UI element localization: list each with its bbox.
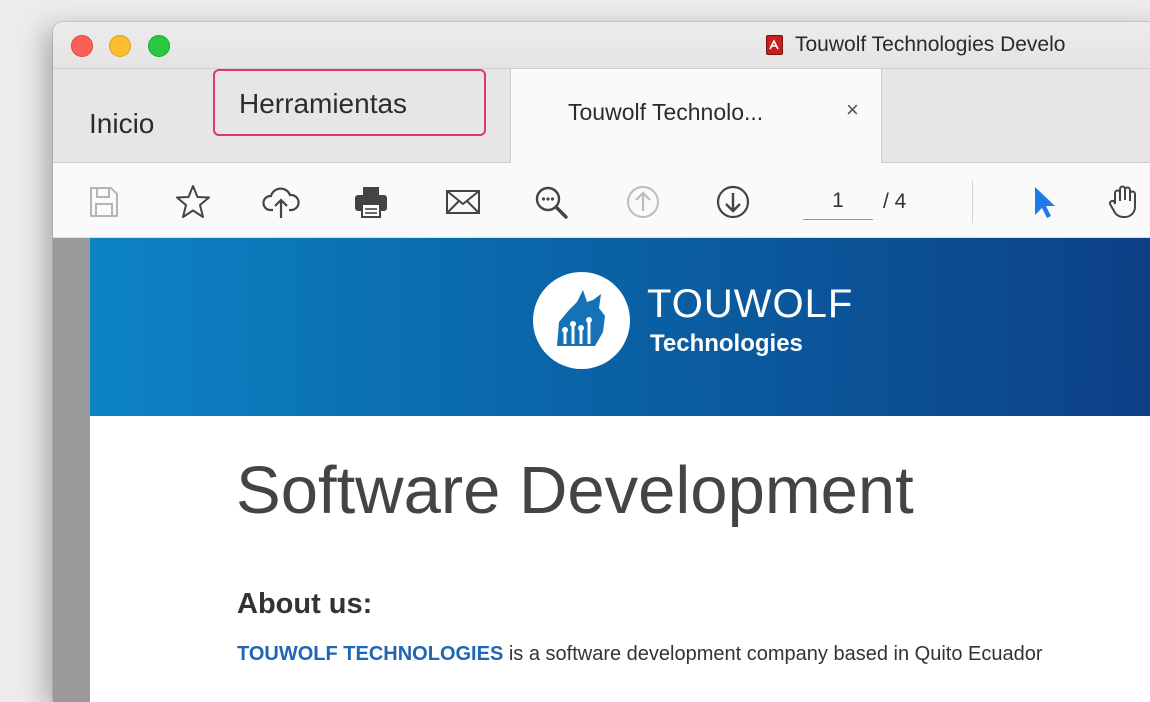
pdf-file-icon <box>766 35 783 55</box>
page-down-icon[interactable] <box>713 182 753 222</box>
about-paragraph: TOUWOLF TECHNOLOGIES is a software devel… <box>237 643 1043 666</box>
section-heading: About us: <box>237 588 373 620</box>
header-banner: TOUWOLF Technologies <box>90 238 1150 416</box>
star-icon[interactable] <box>173 182 213 222</box>
wolf-logo-icon <box>533 272 630 369</box>
save-icon[interactable] <box>83 182 123 222</box>
page-total: / 4 <box>883 190 907 213</box>
maximize-window-button[interactable] <box>148 35 170 57</box>
document-title: Software Development <box>236 453 914 528</box>
company-name-link[interactable]: TOUWOLF TECHNOLOGIES <box>237 643 503 665</box>
toolbar: 1 / 4 <box>53 163 1150 238</box>
close-tab-icon[interactable]: × <box>846 97 859 123</box>
window-title: Touwolf Technologies Develo <box>766 33 1065 57</box>
document-viewport[interactable]: TOUWOLF Technologies Software Developmen… <box>53 238 1150 702</box>
tab-inicio[interactable]: Inicio <box>89 108 154 140</box>
close-window-button[interactable] <box>71 35 93 57</box>
tab-document[interactable]: Touwolf Technolo... × <box>510 69 882 163</box>
tab-herramientas[interactable]: Herramientas <box>213 69 486 136</box>
hand-icon[interactable] <box>1105 182 1145 222</box>
cloud-upload-icon[interactable] <box>261 182 301 222</box>
print-icon[interactable] <box>351 182 391 222</box>
app-window: Touwolf Technologies Develo Inicio Herra… <box>53 22 1150 702</box>
logo-name: TOUWOLF <box>647 282 854 326</box>
tab-herramientas-label: Herramientas <box>239 88 408 119</box>
logo-subtitle: Technologies <box>650 330 803 357</box>
tab-document-label: Touwolf Technolo... <box>568 99 764 125</box>
select-arrow-icon[interactable] <box>1023 182 1063 222</box>
page-number-input[interactable]: 1 <box>803 189 873 220</box>
tab-bar: Inicio Herramientas Touwolf Technolo... … <box>53 69 1150 163</box>
zoom-icon[interactable] <box>531 182 571 222</box>
window-title-text: Touwolf Technologies Develo <box>795 33 1066 56</box>
pdf-page: TOUWOLF Technologies Software Developmen… <box>90 238 1150 702</box>
minimize-window-button[interactable] <box>109 35 131 57</box>
toolbar-divider <box>972 181 973 223</box>
page-up-icon[interactable] <box>623 182 663 222</box>
about-paragraph-text: is a software development company based … <box>503 643 1043 665</box>
mail-icon[interactable] <box>443 182 483 222</box>
title-bar: Touwolf Technologies Develo <box>53 22 1150 69</box>
